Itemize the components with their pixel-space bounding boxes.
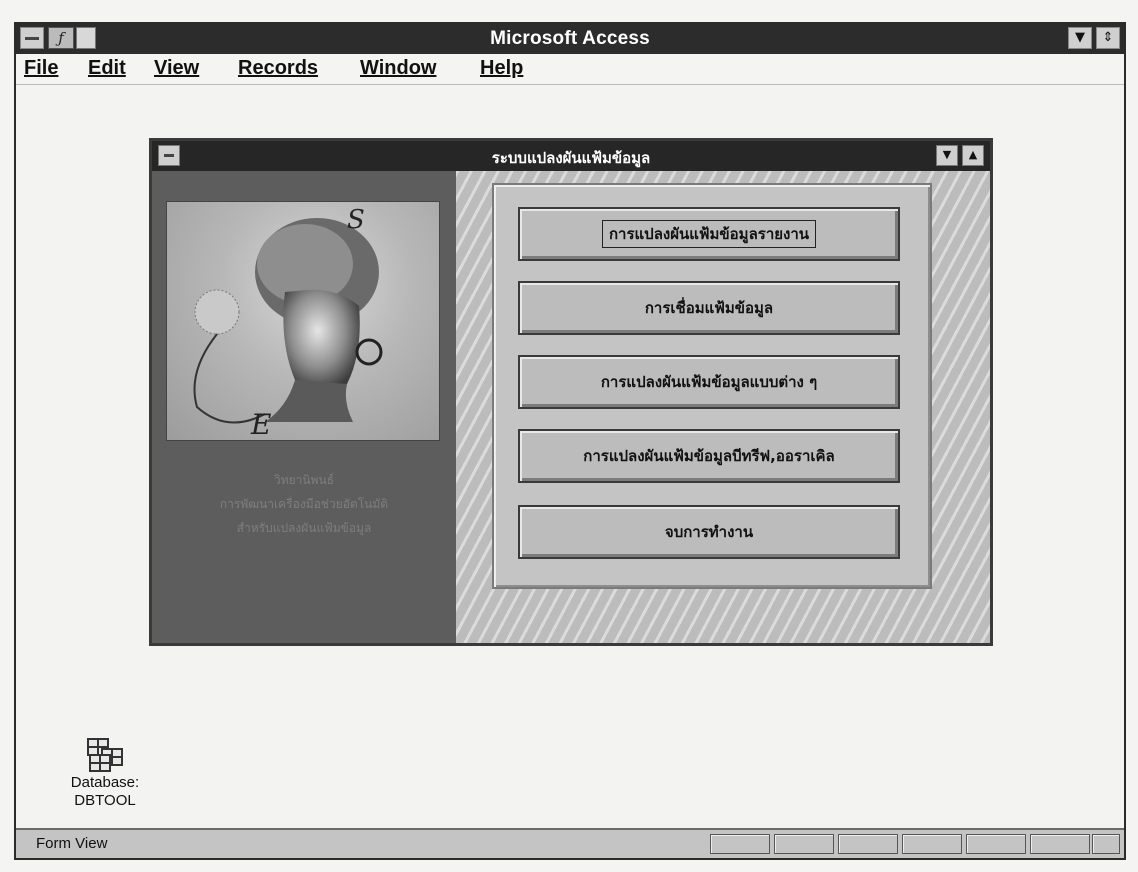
menu-file[interactable]: File bbox=[24, 57, 58, 80]
restore-icon: ⇕ bbox=[1102, 30, 1114, 45]
form-right-pane: การแปลงผันแฟ้มข้อมูลรายงาน การเชื่อมแฟ้ม… bbox=[456, 171, 990, 643]
access-main-window: ƒ Microsoft Access ▼ ⇕ File Edit View Re… bbox=[14, 22, 1126, 860]
exit-label: จบการทำงาน bbox=[664, 523, 754, 541]
menu-view-label: View bbox=[154, 57, 200, 79]
menu-edit-label: Edit bbox=[88, 57, 126, 79]
form-title: ระบบแปลงผันแฟ้มข้อมูล bbox=[491, 149, 651, 167]
menu-help[interactable]: Help bbox=[480, 57, 523, 80]
form-left-pane: S E วิทยานิพนธ์ การพัฒนาเครื่องมือช่วยอั… bbox=[152, 171, 456, 643]
menu-edit[interactable]: Edit bbox=[88, 57, 126, 80]
status-indicator bbox=[1092, 834, 1120, 854]
minimize-icon: ▼ bbox=[1075, 30, 1085, 45]
button-panel: การแปลงผันแฟ้มข้อมูลรายงาน การเชื่อมแฟ้ม… bbox=[492, 183, 932, 589]
thesis-subtitle: สำหรับแปลงผันแฟ้มข้อมูล bbox=[236, 521, 372, 535]
file-join-label: การเชื่อมแฟ้มข้อมูล bbox=[644, 299, 774, 317]
thesis-title: การพัฒนาเครื่องมือช่วยอัตโนมัติ bbox=[219, 497, 389, 511]
minimize-button[interactable]: ▼ bbox=[1068, 27, 1092, 49]
menu-window-label: Window bbox=[360, 57, 437, 79]
btrieve-oracle-conversion-label: การแปลงผันแฟ้มข้อมูลบีทรีฟ,ออราเคิล bbox=[583, 447, 835, 465]
btrieve-oracle-conversion-button[interactable]: การแปลงผันแฟ้มข้อมูลบีทรีฟ,ออราเคิล bbox=[518, 429, 900, 483]
status-indicator bbox=[838, 834, 898, 854]
menu-file-label: File bbox=[24, 57, 59, 79]
menu-bar: File Edit View Records Window Help bbox=[16, 54, 1124, 85]
status-indicator bbox=[1030, 834, 1090, 854]
form-title-bar[interactable]: ระบบแปลงผันแฟ้มข้อมูล ▼ ▲ bbox=[152, 141, 990, 171]
app-title-bar[interactable]: ƒ Microsoft Access ▼ ⇕ bbox=[16, 24, 1124, 54]
various-file-conversion-button[interactable]: การแปลงผันแฟ้มข้อมูลแบบต่าง ๆ bbox=[518, 355, 900, 409]
status-indicator bbox=[710, 834, 770, 854]
various-file-conversion-label: การแปลงผันแฟ้มข้อมูลแบบต่าง ๆ bbox=[600, 373, 818, 391]
statue-head-illustration: S E bbox=[193, 205, 383, 440]
status-indicator bbox=[774, 834, 834, 854]
report-file-conversion-button[interactable]: การแปลงผันแฟ้มข้อมูลรายงาน bbox=[518, 207, 900, 261]
main-menu-form: ระบบแปลงผันแฟ้มข้อมูล ▼ ▲ S E วิทยานิพนธ… bbox=[149, 138, 993, 646]
menu-records-label: Records bbox=[238, 57, 319, 79]
menu-records[interactable]: Records bbox=[238, 57, 318, 80]
minimize-icon: ▼ bbox=[942, 148, 952, 161]
thesis-label: วิทยานิพนธ์ bbox=[273, 473, 335, 487]
menu-window[interactable]: Window bbox=[360, 57, 436, 80]
statue-head-picture: S E bbox=[166, 201, 440, 441]
report-file-conversion-label: การแปลงผันแฟ้มข้อมูลรายงาน bbox=[601, 220, 817, 248]
database-name: DBTOOL bbox=[74, 792, 136, 809]
picture-letter-s: S bbox=[347, 205, 365, 235]
exit-button[interactable]: จบการทำงาน bbox=[518, 505, 900, 559]
database-label-prefix: Database: bbox=[70, 774, 140, 791]
status-text: Form View bbox=[36, 835, 108, 852]
status-indicator bbox=[966, 834, 1026, 854]
form-maximize-button[interactable]: ▲ bbox=[962, 145, 984, 166]
menu-view[interactable]: View bbox=[154, 57, 199, 80]
status-indicator bbox=[902, 834, 962, 854]
menu-help-label: Help bbox=[480, 57, 524, 79]
restore-button[interactable]: ⇕ bbox=[1096, 27, 1120, 49]
status-bar: Form View bbox=[16, 828, 1124, 858]
database-minimized-window[interactable]: Database: DBTOOL bbox=[70, 736, 140, 810]
file-join-button[interactable]: การเชื่อมแฟ้มข้อมูล bbox=[518, 281, 900, 335]
picture-letter-e: E bbox=[250, 408, 271, 440]
maximize-icon: ▲ bbox=[968, 148, 978, 161]
database-window-icon[interactable] bbox=[83, 736, 127, 774]
form-minimize-button[interactable]: ▼ bbox=[936, 145, 958, 166]
app-title: Microsoft Access bbox=[490, 28, 650, 49]
